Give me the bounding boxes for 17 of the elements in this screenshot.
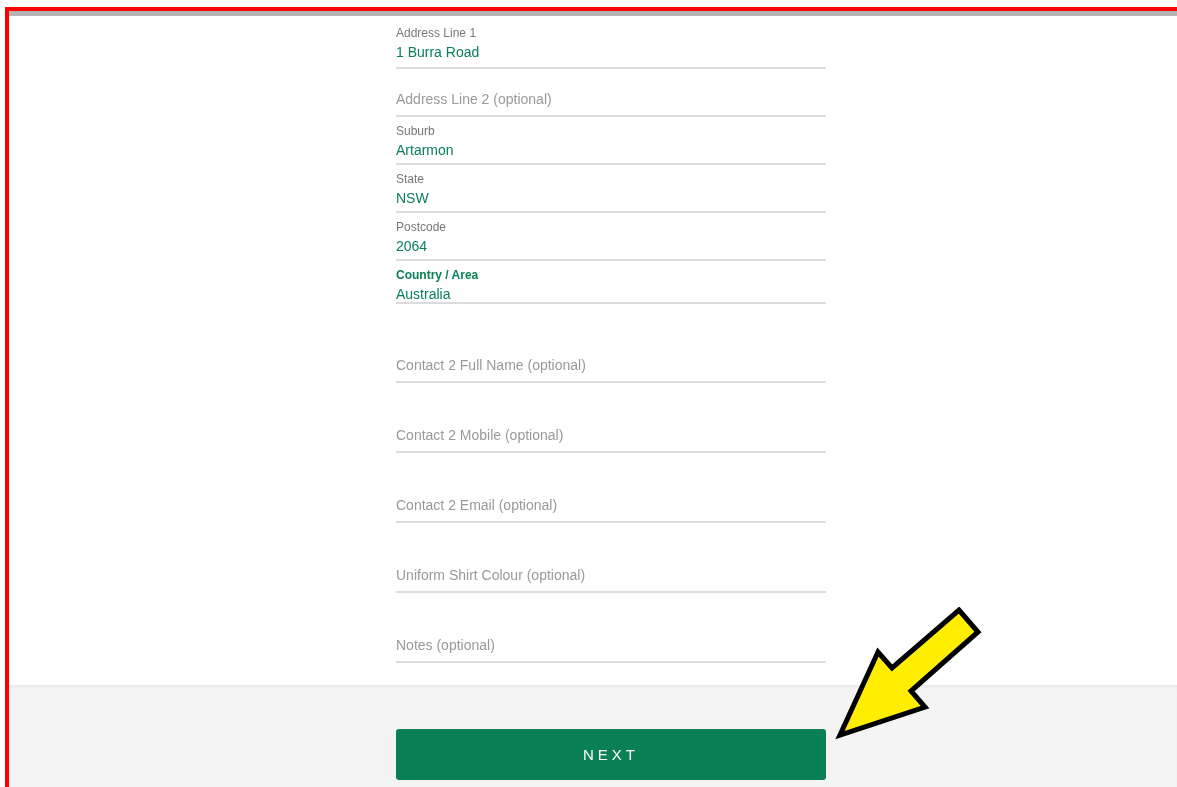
field-label: Address Line 1 (396, 26, 478, 40)
input-field[interactable]: Contact 2 Email (optional) (396, 495, 826, 515)
input-field[interactable]: Notes (optional) (396, 635, 826, 655)
input-field[interactable]: 1 Burra Road (396, 42, 826, 62)
field-label: Country / Area (396, 268, 480, 282)
input-field[interactable]: 2064 (396, 236, 826, 256)
field-label: State (396, 172, 426, 186)
input-field[interactable]: Uniform Shirt Colour (optional) (396, 565, 826, 585)
field-label: Suburb (396, 124, 436, 138)
input-field[interactable]: Artarmon (396, 140, 826, 160)
next-button[interactable]: NEXT (396, 729, 826, 780)
input-field[interactable]: Contact 2 Mobile (optional) (396, 425, 826, 445)
input-field[interactable]: Contact 2 Full Name (optional) (396, 355, 826, 375)
input-field[interactable]: Address Line 2 (optional) (396, 89, 826, 109)
input-field[interactable]: NSW (396, 188, 826, 208)
input-field[interactable]: Australia (396, 284, 826, 304)
field-label: Postcode (396, 220, 448, 234)
